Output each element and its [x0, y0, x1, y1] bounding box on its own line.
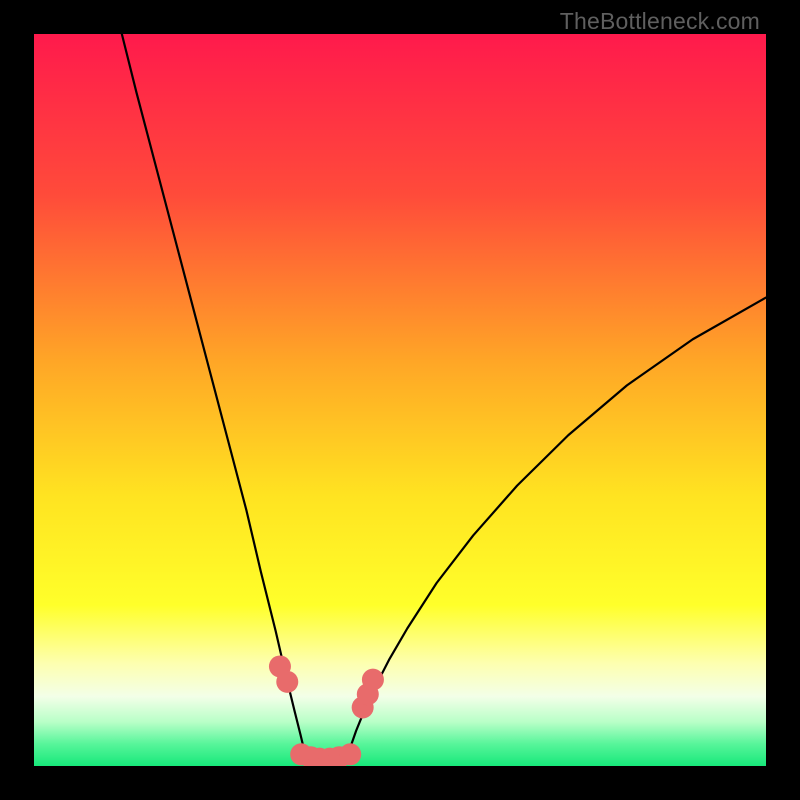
watermark-label: TheBottleneck.com [560, 8, 760, 35]
gradient-background [34, 34, 766, 766]
plot-area [34, 34, 766, 766]
cluster-point [339, 743, 361, 765]
cluster-point [362, 669, 384, 691]
cluster-point [276, 671, 298, 693]
chart-canvas [34, 34, 766, 766]
chart-frame: TheBottleneck.com [0, 0, 800, 800]
